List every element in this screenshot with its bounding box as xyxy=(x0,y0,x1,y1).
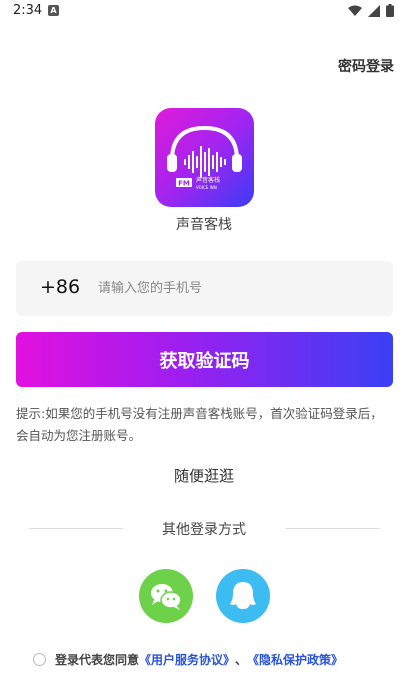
status-time: 2:34 xyxy=(13,3,43,18)
agree-checkbox[interactable] xyxy=(33,653,46,666)
phone-input[interactable] xyxy=(98,275,368,301)
agreement-separator: 、 xyxy=(235,653,248,667)
other-login-title: 其他登录方式 xyxy=(162,522,246,538)
agreement-prefix: 登录代表您同意 xyxy=(55,653,140,667)
browse-link[interactable]: 随便逛逛 xyxy=(0,465,408,486)
status-icons xyxy=(348,4,394,17)
svg-text:VOICE INN: VOICE INN xyxy=(196,185,217,190)
privacy-policy-link[interactable]: 《隐私保护政策》 xyxy=(247,651,343,668)
signal-icon xyxy=(368,4,380,17)
notification-icon: A xyxy=(48,5,59,16)
country-code[interactable]: +86 xyxy=(40,276,80,298)
app-logo: FM 声音客栈 VOICE INN xyxy=(155,108,254,207)
battery-icon xyxy=(386,4,394,17)
get-code-button[interactable]: 获取验证码 xyxy=(16,332,393,387)
qq-login-button[interactable] xyxy=(216,569,270,623)
qq-icon xyxy=(230,582,256,609)
wechat-login-button[interactable] xyxy=(139,569,193,623)
svg-text:FM: FM xyxy=(178,180,190,188)
app-name: 声音客栈 xyxy=(176,217,232,233)
divider-right xyxy=(286,528,380,529)
phone-field: +86 xyxy=(16,261,393,316)
svg-text:声音客栈: 声音客栈 xyxy=(196,176,220,184)
wechat-icon xyxy=(151,584,182,610)
user-agreement-link[interactable]: 《用户服务协议》 xyxy=(139,651,235,668)
agreement-row: 登录代表您同意 《用户服务协议》 、 《隐私保护政策》 xyxy=(33,651,343,668)
wifi-icon xyxy=(348,5,362,16)
status-bar: 2:34 A xyxy=(0,0,408,24)
headphones-icon: FM 声音客栈 VOICE INN xyxy=(167,125,242,190)
password-login-link[interactable]: 密码登录 xyxy=(338,56,394,76)
registration-tip: 提示:如果您的手机号没有注册声音客栈账号，首次验证码登录后，会自动为您注册账号。 xyxy=(16,406,383,443)
